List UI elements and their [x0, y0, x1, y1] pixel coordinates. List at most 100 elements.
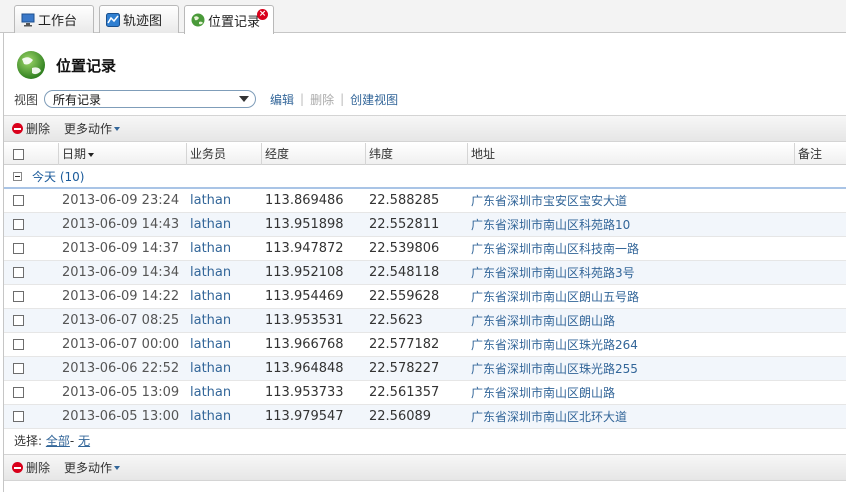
cell-user-link[interactable]: lathan	[190, 237, 231, 261]
cell-longitude: 113.947872	[265, 241, 344, 256]
row-checkbox[interactable]	[13, 339, 24, 350]
page-title: 位置记录	[56, 56, 117, 75]
cell-user-link[interactable]: lathan	[190, 357, 231, 381]
map-icon	[106, 12, 120, 27]
cell-latitude: 22.588285	[369, 193, 440, 208]
cell-address-link[interactable]: 广东省深圳市南山区科苑路3号	[471, 261, 635, 285]
cell-latitude: 22.577182	[369, 337, 440, 352]
delete-icon	[12, 462, 23, 473]
create-view-link[interactable]: 创建视图	[350, 91, 398, 108]
page-header: 位置记录	[16, 49, 116, 81]
more-actions-label: 更多动作	[64, 461, 113, 475]
table-row[interactable]: 2013-06-07 00:00 lathan 113.966768 22.57…	[4, 333, 846, 357]
tab-workbench[interactable]: 工作台	[14, 5, 94, 33]
table-row[interactable]: 2013-06-07 08:25 lathan 113.953531 22.56…	[4, 309, 846, 333]
cell-user-link[interactable]: lathan	[190, 213, 231, 237]
cell-longitude: 113.953733	[265, 385, 344, 400]
column-date[interactable]: 日期	[58, 143, 186, 165]
cell-user-link[interactable]: lathan	[190, 261, 231, 285]
view-label: 视图	[14, 92, 39, 107]
delete-button[interactable]: 删除	[26, 120, 50, 137]
row-checkbox[interactable]	[13, 291, 24, 302]
cell-user-link[interactable]: lathan	[190, 405, 231, 429]
column-latitude[interactable]: 纬度	[365, 143, 467, 165]
cell-latitude: 22.56089	[369, 409, 432, 424]
cell-user-link[interactable]: lathan	[190, 309, 231, 333]
caret-down-icon	[114, 465, 121, 470]
row-checkbox[interactable]	[13, 411, 24, 422]
tab-location-records[interactable]: 位置记录 ×	[184, 5, 274, 34]
row-checkbox[interactable]	[13, 243, 24, 254]
column-user[interactable]: 业务员	[186, 143, 261, 165]
row-checkbox[interactable]	[13, 267, 24, 278]
table-row[interactable]: 2013-06-09 14:22 lathan 113.954469 22.55…	[4, 285, 846, 309]
chevron-down-icon	[239, 96, 250, 102]
table-header: 日期 业务员 经度 纬度 地址 备注	[4, 143, 846, 165]
table-row[interactable]: 2013-06-05 13:09 lathan 113.953733 22.56…	[4, 381, 846, 405]
row-checkbox[interactable]	[13, 219, 24, 230]
select-all-link[interactable]: 全部	[46, 434, 70, 448]
cell-address-link[interactable]: 广东省深圳市南山区朗山五号路	[471, 285, 639, 309]
sort-desc-icon	[88, 152, 95, 157]
cell-latitude: 22.5623	[369, 313, 423, 328]
row-checkbox[interactable]	[13, 363, 24, 374]
tab-label: 轨迹图	[123, 14, 163, 29]
more-actions-button[interactable]: 更多动作	[64, 459, 121, 476]
cell-user-link[interactable]: lathan	[190, 285, 231, 309]
cell-longitude: 113.953531	[265, 313, 344, 328]
table-row[interactable]: 2013-06-05 13:00 lathan 113.979547 22.56…	[4, 405, 846, 429]
row-checkbox[interactable]	[13, 195, 24, 206]
cell-user-link[interactable]: lathan	[190, 381, 231, 405]
table-row[interactable]: 2013-06-09 23:24 lathan 113.869486 22.58…	[4, 189, 846, 213]
more-actions-button[interactable]: 更多动作	[64, 120, 121, 137]
row-checkbox[interactable]	[13, 315, 24, 326]
column-note[interactable]: 备注	[794, 143, 846, 165]
cell-date: 2013-06-05 13:00	[62, 409, 180, 424]
bottom-toolbar: 删除 更多动作	[4, 454, 846, 481]
collapse-icon[interactable]	[13, 172, 22, 181]
row-checkbox[interactable]	[13, 387, 24, 398]
column-longitude[interactable]: 经度	[261, 143, 365, 165]
more-actions-label: 更多动作	[64, 122, 113, 136]
cell-date: 2013-06-06 22:52	[62, 361, 180, 376]
tab-track-map[interactable]: 轨迹图	[99, 5, 179, 33]
cell-address-link[interactable]: 广东省深圳市南山区珠光路264	[471, 333, 638, 357]
table-row[interactable]: 2013-06-09 14:37 lathan 113.947872 22.53…	[4, 237, 846, 261]
table-body: 2013-06-09 23:24 lathan 113.869486 22.58…	[4, 189, 846, 429]
table-row[interactable]: 2013-06-09 14:34 lathan 113.952108 22.54…	[4, 261, 846, 285]
group-today[interactable]: 今天 (10)	[4, 166, 846, 189]
edit-view-link[interactable]: 编辑	[270, 91, 294, 108]
delete-view-link: 删除	[310, 92, 335, 107]
table-row[interactable]: 2013-06-09 14:43 lathan 113.951898 22.55…	[4, 213, 846, 237]
view-select-value: 所有记录	[53, 92, 102, 107]
column-address[interactable]: 地址	[467, 143, 794, 165]
view-select[interactable]: 所有记录	[44, 90, 257, 108]
cell-address-link[interactable]: 广东省深圳市南山区北环大道	[471, 405, 627, 429]
cell-address-link[interactable]: 广东省深圳市南山区朗山路	[471, 309, 615, 333]
cell-latitude: 22.578227	[369, 361, 440, 376]
cell-user-link[interactable]: lathan	[190, 189, 231, 213]
cell-address-link[interactable]: 广东省深圳市南山区珠光路255	[471, 357, 638, 381]
tab-bar: 工作台 轨迹图 位置记录 ×	[0, 0, 846, 34]
cell-address-link[interactable]: 广东省深圳市宝安区宝安大道	[471, 189, 627, 213]
select-none-link[interactable]: 无	[78, 434, 90, 448]
view-row: 视图 所有记录 编辑 | 删除 | 创建视图	[14, 89, 398, 109]
cell-address-link[interactable]: 广东省深圳市南山区科苑路10	[471, 213, 630, 237]
cell-latitude: 22.559628	[369, 289, 440, 304]
cell-date: 2013-06-09 23:24	[62, 193, 180, 208]
tab-label: 位置记录	[208, 14, 261, 30]
table-row[interactable]: 2013-06-06 22:52 lathan 113.964848 22.57…	[4, 357, 846, 381]
cell-address-link[interactable]: 广东省深圳市南山区朗山路	[471, 381, 615, 405]
select-all-checkbox[interactable]	[13, 149, 24, 160]
cell-longitude: 113.964848	[265, 361, 344, 376]
close-tab-icon[interactable]: ×	[257, 9, 268, 20]
cell-longitude: 113.952108	[265, 265, 344, 280]
cell-address-link[interactable]: 广东省深圳市南山区科技南一路	[471, 237, 639, 261]
cell-longitude: 113.954469	[265, 289, 344, 304]
desktop-icon	[21, 13, 35, 26]
cell-user-link[interactable]: lathan	[190, 333, 231, 357]
caret-down-icon	[114, 126, 121, 131]
cell-latitude: 22.548118	[369, 265, 440, 280]
selection-row: 选择: 全部- 无	[14, 434, 91, 448]
delete-button[interactable]: 删除	[26, 459, 50, 476]
